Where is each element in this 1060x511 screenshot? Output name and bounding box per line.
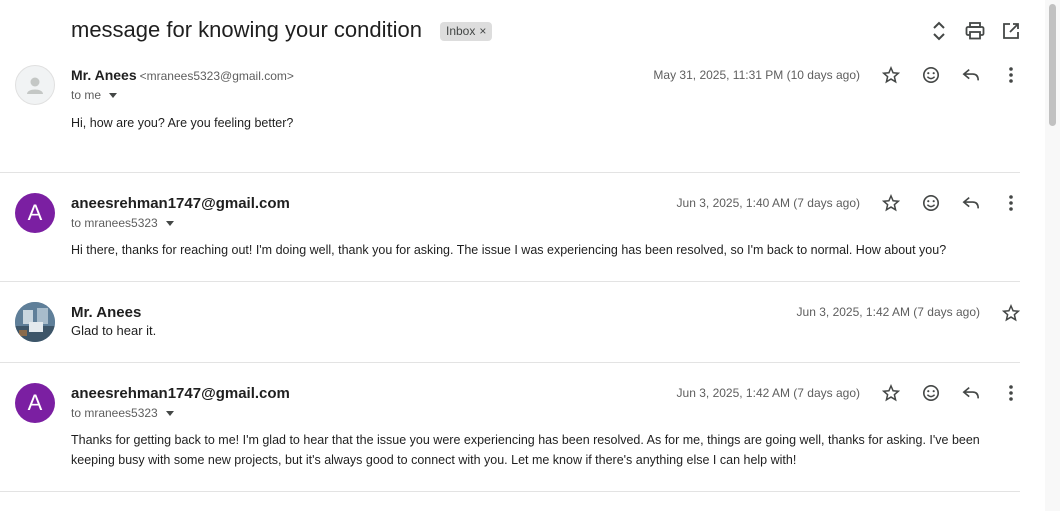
message-date: Jun 3, 2025, 1:40 AM (7 days ago)	[676, 196, 860, 210]
more-options-icon[interactable]	[1000, 64, 1022, 86]
message-1[interactable]: Mr. Anees <mranees5323@gmail.com> to me M…	[0, 60, 1020, 172]
recipient-text: to mranees5323	[71, 406, 158, 420]
avatar[interactable]: A	[15, 383, 55, 423]
recipient-toggle[interactable]: to mranees5323	[71, 216, 174, 230]
open-new-window-icon[interactable]	[1000, 20, 1022, 42]
sender-name[interactable]: Mr. Anees	[71, 304, 141, 321]
recipient-toggle[interactable]: to me	[71, 88, 118, 102]
message-4[interactable]: A aneesrehman1747@gmail.com to mranees53…	[0, 363, 1020, 491]
message-body: Hi, how are you? Are you feeling better?	[71, 116, 294, 130]
remove-label-icon[interactable]: ×	[479, 24, 486, 38]
avatar[interactable]: A	[15, 193, 55, 233]
emoji-reaction-icon[interactable]	[920, 382, 942, 404]
divider	[0, 491, 1020, 492]
scrollbar-track[interactable]	[1045, 0, 1060, 511]
recipient-text: to mranees5323	[71, 216, 158, 230]
emoji-reaction-icon[interactable]	[920, 192, 942, 214]
thread-subject: message for knowing your condition	[71, 17, 422, 42]
sender-name[interactable]: aneesrehman1747@gmail.com	[71, 385, 290, 402]
reply-icon[interactable]	[960, 64, 982, 86]
sender-name-text: Mr. Anees	[71, 67, 137, 83]
emoji-reaction-icon[interactable]	[920, 64, 942, 86]
chevron-down-icon	[165, 410, 174, 416]
more-options-icon[interactable]	[1000, 382, 1022, 404]
reply-icon[interactable]	[960, 192, 982, 214]
message-date: Jun 3, 2025, 1:42 AM (7 days ago)	[796, 305, 980, 319]
profile-photo-icon	[15, 302, 55, 342]
message-date: Jun 3, 2025, 1:42 AM (7 days ago)	[676, 386, 860, 400]
message-body: Hi there, thanks for reaching out! I'm d…	[71, 243, 947, 257]
message-body: Thanks for getting back to me! I'm glad …	[71, 433, 980, 467]
more-options-icon[interactable]	[1000, 192, 1022, 214]
print-icon[interactable]	[964, 20, 986, 42]
label-text: Inbox	[446, 24, 476, 38]
expand-collapse-icon[interactable]	[928, 20, 950, 42]
inbox-label-chip[interactable]: Inbox ×	[440, 22, 493, 41]
recipient-text: to me	[71, 88, 102, 102]
avatar[interactable]	[15, 65, 55, 105]
chevron-down-icon	[165, 220, 174, 226]
message-date: May 31, 2025, 11:31 PM (10 days ago)	[653, 68, 860, 82]
star-icon[interactable]	[880, 382, 902, 404]
recipient-toggle[interactable]: to mranees5323	[71, 406, 174, 420]
message-2[interactable]: A aneesrehman1747@gmail.com to mranees53…	[0, 173, 1020, 281]
message-snippet: Glad to hear it.	[71, 323, 157, 338]
reply-icon[interactable]	[960, 382, 982, 404]
thread-header: message for knowing your condition Inbox…	[0, 0, 1040, 60]
star-icon[interactable]	[880, 192, 902, 214]
chevron-down-icon	[109, 92, 118, 98]
default-person-icon	[27, 77, 43, 94]
sender-name[interactable]: Mr. Anees <mranees5323@gmail.com>	[71, 67, 294, 83]
message-3-collapsed[interactable]: Mr. Anees Jun 3, 2025, 1:42 AM (7 days a…	[0, 282, 1020, 362]
sender-name[interactable]: aneesrehman1747@gmail.com	[71, 195, 290, 212]
star-icon[interactable]	[880, 64, 902, 86]
scrollbar-thumb[interactable]	[1049, 4, 1056, 126]
avatar[interactable]	[15, 302, 55, 342]
sender-email: <mranees5323@gmail.com>	[139, 69, 294, 83]
